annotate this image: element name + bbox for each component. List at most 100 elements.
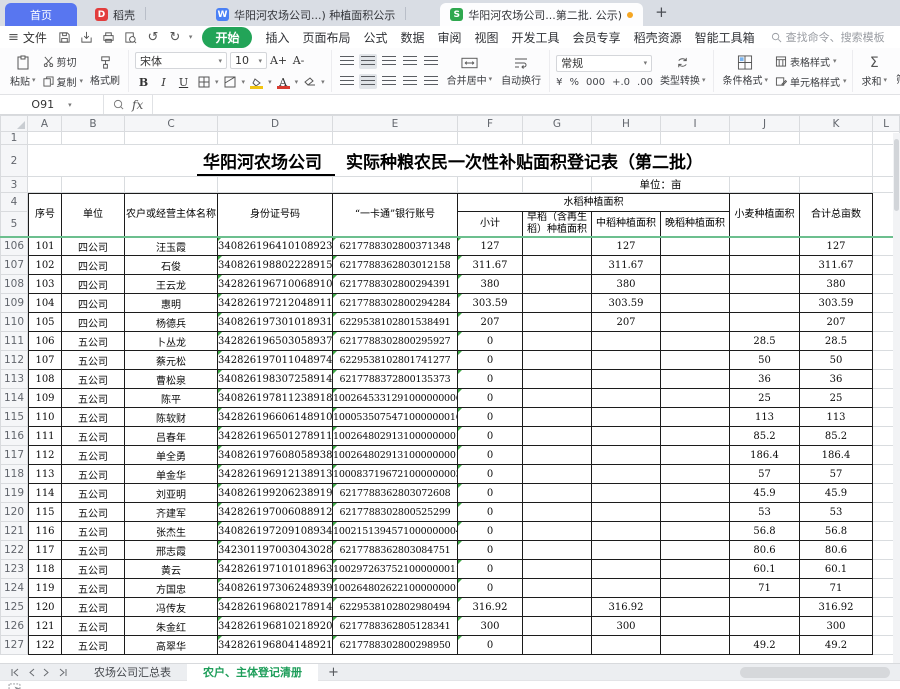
cell-total[interactable]: 71 bbox=[800, 579, 873, 598]
cell-early[interactable] bbox=[523, 636, 592, 655]
name-box[interactable]: O91 ▾ bbox=[0, 95, 104, 114]
row-header-116[interactable]: 116 bbox=[0, 427, 28, 446]
font-size-select[interactable]: 10 ▾ bbox=[230, 52, 268, 69]
menu-item-2[interactable]: 页面布局 bbox=[302, 29, 350, 46]
cell[interactable] bbox=[28, 132, 62, 145]
cell-mid[interactable] bbox=[592, 370, 661, 389]
formula-input[interactable] bbox=[153, 95, 900, 114]
cell-wheat[interactable] bbox=[730, 598, 800, 617]
cell-id[interactable]: 342826196710068910 bbox=[218, 275, 333, 294]
cell-total[interactable]: 80.6 bbox=[800, 541, 873, 560]
sheet-tab-register[interactable]: 农户、主体登记清册 bbox=[187, 663, 318, 681]
distribute-icon[interactable] bbox=[422, 74, 440, 89]
cell-seq[interactable]: 122 bbox=[28, 636, 62, 655]
cell-wheat[interactable]: 36 bbox=[730, 370, 800, 389]
cell-name[interactable]: 吕春年 bbox=[125, 427, 218, 446]
cell-seq[interactable]: 104 bbox=[28, 294, 62, 313]
cell-id[interactable]: 340826197608058938 bbox=[218, 446, 333, 465]
header-early-rice[interactable]: 早稻（含再生稻）种植面积 bbox=[523, 212, 592, 237]
cell-seq[interactable]: 108 bbox=[28, 370, 62, 389]
cell-early[interactable] bbox=[523, 408, 592, 427]
row-header-109[interactable]: 109 bbox=[0, 294, 28, 313]
cell-total[interactable]: 316.92 bbox=[800, 598, 873, 617]
cell-bank[interactable]: 6217788362803084751 bbox=[333, 541, 458, 560]
cell-late[interactable] bbox=[661, 503, 730, 522]
cell-unit[interactable]: 五公司 bbox=[62, 636, 125, 655]
cell-subtotal[interactable]: 0 bbox=[458, 332, 523, 351]
cell-id[interactable]: 342826197006088912 bbox=[218, 503, 333, 522]
menu-item-5[interactable]: 审阅 bbox=[438, 29, 462, 46]
cell-subtotal[interactable]: 0 bbox=[458, 636, 523, 655]
cell-name[interactable]: 冯传友 bbox=[125, 598, 218, 617]
cell-late[interactable] bbox=[661, 617, 730, 636]
cell-seq[interactable]: 107 bbox=[28, 351, 62, 370]
column-header-G[interactable]: G bbox=[523, 115, 592, 132]
increase-decimal-button[interactable]: +.0 bbox=[612, 77, 630, 88]
header-mid-rice[interactable]: 中稻种植面积 bbox=[592, 212, 661, 237]
cell-name[interactable]: 惠明 bbox=[125, 294, 218, 313]
cell-name[interactable]: 卜丛龙 bbox=[125, 332, 218, 351]
cell-wheat[interactable] bbox=[730, 275, 800, 294]
row-header-120[interactable]: 120 bbox=[0, 503, 28, 522]
column-header-E[interactable]: E bbox=[333, 115, 458, 132]
cell-seq[interactable]: 118 bbox=[28, 560, 62, 579]
decrease-font-button[interactable]: A- bbox=[290, 53, 307, 69]
cell-early[interactable] bbox=[523, 522, 592, 541]
cell-wheat[interactable]: 28.5 bbox=[730, 332, 800, 351]
paste-button[interactable]: 粘贴 ▾ bbox=[8, 55, 38, 88]
cell-early[interactable] bbox=[523, 427, 592, 446]
cell-late[interactable] bbox=[661, 294, 730, 313]
underline-button[interactable]: U bbox=[175, 74, 192, 90]
header-name[interactable]: 农户或经营主体名称 bbox=[125, 193, 218, 237]
cell-subtotal[interactable]: 0 bbox=[458, 579, 523, 598]
cell-mid[interactable] bbox=[592, 541, 661, 560]
command-search[interactable]: 查找命令、搜索模板 bbox=[771, 29, 885, 45]
column-header-K[interactable]: K bbox=[800, 115, 873, 132]
cell[interactable] bbox=[800, 177, 873, 193]
cell-total[interactable]: 311.67 bbox=[800, 256, 873, 275]
cell-mid[interactable]: 300 bbox=[592, 617, 661, 636]
cell-seq[interactable]: 101 bbox=[28, 237, 62, 256]
sheet-tab-summary[interactable]: 农场公司汇总表 bbox=[78, 664, 187, 681]
cell-wheat[interactable]: 71 bbox=[730, 579, 800, 598]
cell-name[interactable]: 齐建军 bbox=[125, 503, 218, 522]
align-top-icon[interactable] bbox=[338, 54, 356, 69]
menu-item-8[interactable]: 会员专享 bbox=[573, 29, 621, 46]
cell-total[interactable]: 50 bbox=[800, 351, 873, 370]
cell[interactable] bbox=[62, 177, 125, 193]
cell-seq[interactable]: 114 bbox=[28, 484, 62, 503]
cell-mid[interactable] bbox=[592, 636, 661, 655]
column-header-C[interactable]: C bbox=[125, 115, 218, 132]
vertical-scrollbar[interactable] bbox=[893, 133, 900, 663]
cell-id[interactable]: 340826199206238919 bbox=[218, 484, 333, 503]
cell-late[interactable] bbox=[661, 389, 730, 408]
cell-late[interactable] bbox=[661, 370, 730, 389]
cell-id[interactable]: 340826198802228915 bbox=[218, 256, 333, 275]
cell-seq[interactable]: 112 bbox=[28, 446, 62, 465]
cell-subtotal[interactable]: 0 bbox=[458, 370, 523, 389]
cell-style-button[interactable]: 单元格样式 ▾ bbox=[775, 74, 846, 89]
cell[interactable] bbox=[661, 132, 730, 145]
cell-mid[interactable] bbox=[592, 484, 661, 503]
row-header-124[interactable]: 124 bbox=[0, 579, 28, 598]
cell-wheat[interactable]: 56.8 bbox=[730, 522, 800, 541]
cell-mid[interactable]: 127 bbox=[592, 237, 661, 256]
cell-early[interactable] bbox=[523, 351, 592, 370]
cell-bank[interactable]: 10005350754710000000161 bbox=[333, 408, 458, 427]
cell-unit[interactable]: 四公司 bbox=[62, 294, 125, 313]
header-unit[interactable]: 单位 bbox=[62, 193, 125, 237]
cell-late[interactable] bbox=[661, 465, 730, 484]
cell-early[interactable] bbox=[523, 617, 592, 636]
row-header-126[interactable]: 126 bbox=[0, 617, 28, 636]
filter-button[interactable]: 筛选▾ bbox=[894, 56, 900, 86]
cell-mid[interactable] bbox=[592, 579, 661, 598]
cell-id[interactable]: 342826196503058937 bbox=[218, 332, 333, 351]
cell-name[interactable]: 黄云 bbox=[125, 560, 218, 579]
cell-id[interactable]: 342301197003043028 bbox=[218, 541, 333, 560]
align-bottom-icon[interactable] bbox=[380, 54, 398, 69]
sheet-title-cell[interactable]: 华阳河农场公司 实际种粮农民一次性补贴面积登记表（第二批） bbox=[28, 145, 873, 177]
cell-id[interactable]: 340826198307258914 bbox=[218, 370, 333, 389]
header-bank[interactable]: “一卡通”银行账号 bbox=[333, 193, 458, 237]
cell-id[interactable]: 340826197209108934 bbox=[218, 522, 333, 541]
align-right-icon[interactable] bbox=[380, 74, 398, 89]
